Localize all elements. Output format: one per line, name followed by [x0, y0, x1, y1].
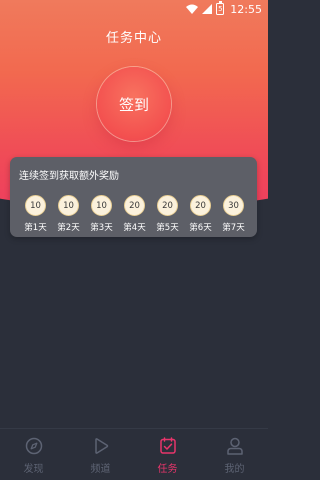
streak-reward-title: 连续签到获取额外奖励 [19, 171, 119, 182]
page-title: 任务中心 [105, 31, 162, 46]
day-label: 第2天 [57, 223, 80, 233]
reward-coin: 30 [223, 195, 244, 216]
tab-discover[interactable]: 发现 [0, 437, 67, 475]
streak-reward-card: 连续签到获取额外奖励 10 第1天 10 第2天 10 第3天 20 第4天 2… [10, 157, 257, 237]
reward-coin: 20 [190, 195, 211, 216]
streak-day: 30 第7天 [217, 195, 250, 233]
checkin-button[interactable]: 签到 [97, 67, 171, 141]
reward-coin: 20 [124, 195, 145, 216]
tab-tasks[interactable]: 任务 [134, 437, 201, 475]
reward-coin: 10 [25, 195, 46, 216]
tab-label: 频道 [90, 464, 111, 475]
signal-icon [202, 4, 213, 14]
day-label: 第7天 [222, 223, 245, 233]
bottom-tab-bar: 发现 频道 任务 我的 [0, 428, 268, 480]
tab-label: 发现 [23, 464, 44, 475]
checkin-button-label: 签到 [118, 95, 149, 114]
play-icon [94, 438, 108, 454]
status-bar: 5 12:55 [0, 0, 268, 18]
battery-icon: 5 [216, 1, 225, 15]
day-label: 第5天 [156, 223, 179, 233]
streak-day: 10 第2天 [52, 195, 85, 233]
wifi-icon [186, 4, 199, 14]
compass-icon [25, 437, 42, 455]
streak-day: 20 第6天 [184, 195, 217, 233]
day-label: 第4天 [123, 223, 146, 233]
reward-coin: 10 [58, 195, 79, 216]
status-time: 12:55 [230, 2, 262, 16]
streak-day: 10 第3天 [85, 195, 118, 233]
streak-day-row: 10 第1天 10 第2天 10 第3天 20 第4天 20 第5天 20 第6… [10, 195, 257, 233]
day-label: 第6天 [189, 223, 212, 233]
tab-label: 我的 [224, 464, 245, 475]
streak-day: 10 第1天 [19, 195, 52, 233]
reward-coin: 10 [91, 195, 112, 216]
day-label: 第1天 [24, 223, 47, 233]
task-center-screen: 5 12:55 任务中心 签到 连续签到获取额外奖励 10 第1天 10 第2天… [0, 0, 268, 480]
reward-coin: 20 [157, 195, 178, 216]
tab-profile[interactable]: 我的 [201, 437, 268, 475]
streak-day: 20 第4天 [118, 195, 151, 233]
day-label: 第3天 [90, 223, 113, 233]
streak-day: 20 第5天 [151, 195, 184, 233]
user-icon [226, 437, 243, 455]
tab-channels[interactable]: 频道 [67, 437, 134, 475]
battery-glyph: 5 [218, 4, 223, 13]
tab-label: 任务 [157, 464, 178, 475]
task-check-icon [159, 437, 176, 454]
